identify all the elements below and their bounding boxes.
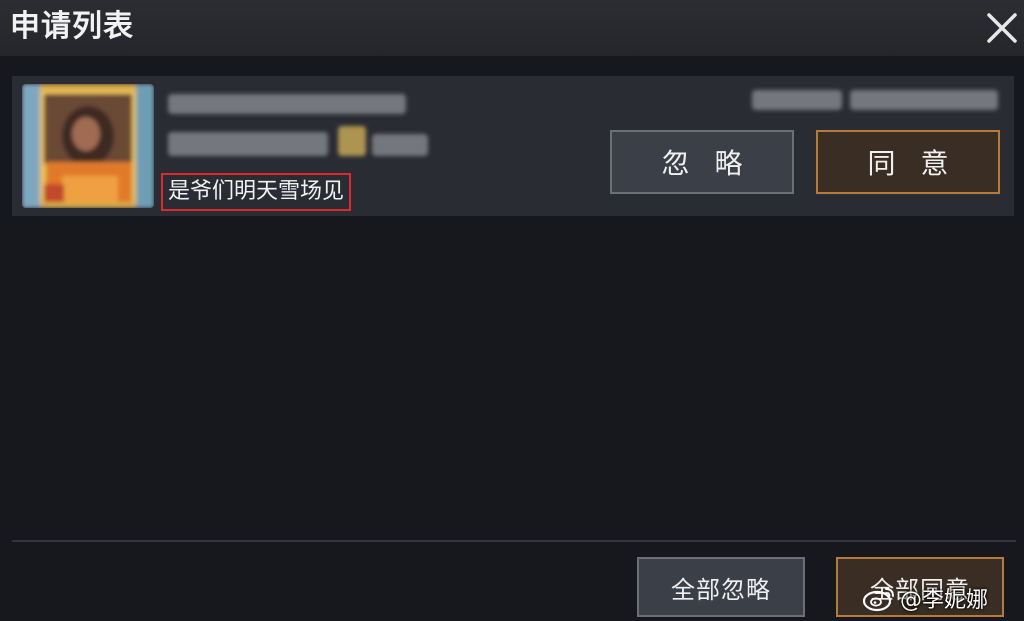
avatar-image [22, 84, 154, 208]
dialog-title: 申请列表 [10, 9, 134, 44]
watermark-text: @李妮娜 [900, 588, 989, 613]
accept-button[interactable]: 同 意 [816, 130, 1000, 194]
request-date-blurred [850, 90, 998, 110]
ignore-all-button[interactable]: 全部忽略 [637, 557, 805, 617]
request-list-dialog: 申请列表 是爷们明天雪场见 忽 略 同 意 全部忽略 全部同意 @李妮娜 [0, 0, 1024, 621]
weibo-logo-icon [862, 588, 894, 612]
request-item: 是爷们明天雪场见 忽 略 同 意 [12, 76, 1014, 216]
player-avatar[interactable] [22, 84, 154, 208]
player-name-blurred [168, 94, 406, 114]
accept-button-label: 同 意 [867, 147, 957, 180]
dialog-titlebar: 申请列表 [0, 0, 1024, 56]
request-time-blurred [752, 90, 842, 110]
close-icon [987, 13, 1017, 43]
close-button[interactable] [982, 8, 1022, 48]
player-rank-icon-blurred [338, 126, 366, 156]
ignore-button-label: 忽 略 [661, 147, 751, 180]
message-highlight: 是爷们明天雪场见 [161, 173, 352, 211]
ignore-all-label: 全部忽略 [671, 575, 771, 604]
request-message: 是爷们明天雪场见 [168, 179, 345, 204]
player-rank-blurred [372, 134, 428, 156]
ignore-button[interactable]: 忽 略 [610, 130, 794, 194]
player-info-blurred [168, 132, 328, 156]
weibo-watermark: @李妮娜 [862, 582, 988, 614]
footer-divider [12, 540, 1016, 542]
